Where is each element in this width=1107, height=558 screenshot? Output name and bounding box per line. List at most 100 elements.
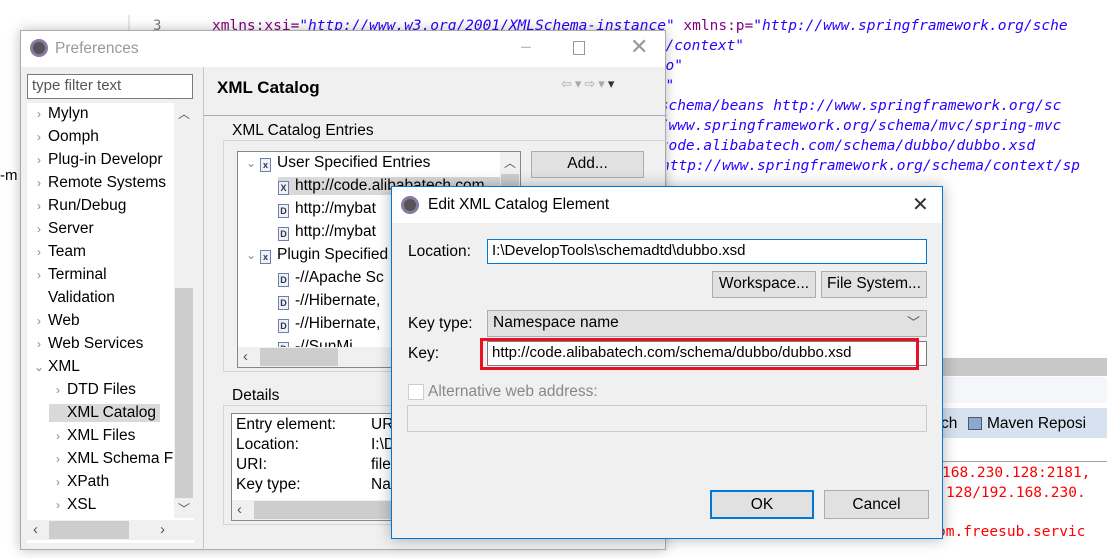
minimize-button[interactable]: – — [521, 36, 531, 57]
key-type-select[interactable]: Namespace name ﹀ — [487, 310, 927, 337]
scroll-left-icon[interactable]: ‹ — [237, 501, 242, 518]
catalog-entry[interactable]: ⌄ x Plugin Specified — [242, 246, 388, 264]
alternative-address-label: Alternative web address: — [428, 383, 598, 400]
scroll-down-icon[interactable]: ﹀ — [178, 500, 190, 517]
dtd-file-icon: D — [278, 227, 289, 241]
close-button[interactable]: ✕ — [630, 34, 648, 60]
title-bar: Preferences – ✕ — [21, 31, 665, 67]
page-title: XML Catalog — [217, 78, 320, 97]
divider — [928, 461, 1107, 462]
tree-item-label: Remote Systems — [48, 174, 167, 191]
workspace-button[interactable]: Workspace... — [712, 271, 816, 298]
tree-item-server[interactable]: › Server — [30, 220, 94, 238]
chevron-right-icon[interactable]: › — [49, 429, 67, 443]
cancel-button[interactable]: Cancel — [824, 490, 929, 519]
vertical-scrollbar[interactable]: ︿ ﹀ — [174, 103, 194, 518]
tree-item-xml-files[interactable]: › XML Files — [49, 427, 135, 445]
tree-item-label: Plug-in Developr — [48, 151, 163, 168]
chevron-down-icon: ﹀ — [906, 315, 920, 330]
location-input[interactable]: I:\DevelopTools\schemadtd\dubbo.xsd — [487, 239, 927, 264]
tree-item-xml-catalog[interactable]: XML Catalog — [49, 404, 161, 422]
tree-item-web[interactable]: › Web — [30, 312, 80, 330]
alternative-address-checkbox[interactable] — [408, 384, 424, 400]
scroll-left-icon[interactable]: ‹ — [33, 521, 38, 538]
scroll-thumb[interactable] — [260, 348, 338, 366]
tree-item-xpath[interactable]: › XPath — [49, 473, 109, 491]
alternative-address-input[interactable] — [407, 405, 927, 432]
dialog-title: Edit XML Catalog Element — [428, 196, 610, 213]
scroll-right-icon[interactable]: › — [160, 521, 165, 538]
tree-item-label: XPath — [67, 473, 110, 490]
catalog-entry[interactable]: D -//Hibernate, — [278, 292, 380, 310]
entries-group-label: XML Catalog Entries — [229, 122, 377, 140]
file-system-button[interactable]: File System... — [821, 271, 927, 298]
tree-item-team[interactable]: › Team — [30, 243, 86, 261]
nav-back-forward-icons[interactable]: ⇦▾⇨▾▾ — [561, 76, 617, 92]
tree-item-web-services[interactable]: › Web Services — [30, 335, 143, 353]
catalog-entry-label: -//Hibernate, — [295, 292, 381, 309]
scroll-up-icon[interactable]: ︿ — [504, 154, 516, 171]
scroll-left-icon[interactable]: ‹ — [243, 348, 248, 365]
chevron-right-icon[interactable]: › — [30, 337, 48, 351]
tab-maven-repositories[interactable]: Maven Reposi — [987, 415, 1086, 433]
location-label: Location: — [408, 243, 471, 260]
catalog-entry[interactable]: ⌄ x User Specified Entries — [242, 154, 430, 172]
catalog-entry[interactable]: D -//Hibernate, — [278, 315, 380, 333]
tree-item-run-debug[interactable]: › Run/Debug — [30, 197, 126, 215]
sash[interactable] — [203, 67, 204, 551]
tree-item-label: Web Services — [48, 335, 144, 352]
tree-item-xml-schema-f[interactable]: › XML Schema F — [49, 450, 173, 468]
chevron-right-icon[interactable]: › — [49, 475, 67, 489]
detail-value: Na — [371, 476, 391, 493]
window-title: Preferences — [55, 40, 139, 57]
tree-item-oomph[interactable]: › Oomph — [30, 128, 99, 146]
chevron-down-icon[interactable]: ⌄ — [30, 360, 48, 374]
ok-button[interactable]: OK — [710, 490, 814, 519]
scroll-thumb[interactable] — [49, 521, 129, 539]
close-button[interactable]: ✕ — [912, 192, 929, 217]
chevron-down-icon[interactable]: ⌄ — [242, 156, 260, 170]
chevron-right-icon[interactable]: › — [30, 130, 48, 144]
chevron-right-icon[interactable]: › — [30, 153, 48, 167]
tree-item-xsl[interactable]: › XSL — [49, 496, 96, 514]
tree-item-xml[interactable]: ⌄ XML — [30, 358, 80, 376]
catalog-entry-label: Plugin Specified — [277, 246, 389, 263]
dtd-file-icon: D — [278, 296, 289, 310]
tree-item-validation[interactable]: Validation — [30, 289, 115, 307]
catalog-entry[interactable]: Dhttp://mybat — [278, 223, 376, 241]
horizontal-scrollbar[interactable]: ‹ › — [27, 520, 194, 540]
details-group-label: Details — [229, 387, 283, 405]
chevron-right-icon[interactable]: › — [49, 452, 67, 466]
chevron-right-icon[interactable]: › — [30, 268, 48, 282]
xsd-file-icon: X — [278, 181, 289, 195]
chevron-right-icon[interactable]: › — [49, 498, 67, 512]
tree-item-label: Server — [48, 220, 94, 237]
tree-item-mylyn[interactable]: › Mylyn — [30, 105, 88, 123]
title-bar: Edit XML Catalog Element ✕ — [392, 187, 942, 223]
chevron-right-icon[interactable]: › — [49, 383, 67, 397]
chevron-down-icon[interactable]: ⌄ — [242, 248, 260, 262]
chevron-right-icon[interactable]: › — [30, 314, 48, 328]
chevron-right-icon[interactable]: › — [30, 222, 48, 236]
filter-input[interactable]: type filter text — [27, 74, 193, 99]
code-value: "http://www.springframework.org/sche — [753, 18, 1068, 34]
add-button[interactable]: Add... — [531, 151, 644, 178]
code-value: //www.springframework.org/schema/mvc/spr… — [651, 118, 1062, 134]
catalog-entry-label: -//Apache Sc — [295, 269, 384, 286]
catalog-entry[interactable]: D -//Apache Sc — [278, 269, 384, 287]
tree-item-terminal[interactable]: › Terminal — [30, 266, 107, 284]
scroll-thumb[interactable] — [175, 288, 193, 498]
tab-partial[interactable]: ch — [941, 415, 957, 433]
tree-item-remote-systems[interactable]: › Remote Systems — [30, 174, 166, 192]
chevron-right-icon[interactable]: › — [30, 176, 48, 190]
catalog-entry[interactable]: Dhttp://mybat — [278, 200, 376, 218]
maximize-button[interactable] — [573, 41, 585, 55]
chevron-right-icon[interactable]: › — [30, 245, 48, 259]
chevron-right-icon[interactable]: › — [30, 107, 48, 121]
chevron-right-icon[interactable]: › — [30, 199, 48, 213]
tree-item-plug-in-developr[interactable]: › Plug-in Developr — [30, 151, 163, 169]
scroll-up-icon[interactable]: ︿ — [178, 105, 190, 122]
tree-item-dtd-files[interactable]: › DTD Files — [49, 381, 136, 399]
header-separator — [204, 115, 667, 116]
detail-value: file — [371, 456, 391, 473]
